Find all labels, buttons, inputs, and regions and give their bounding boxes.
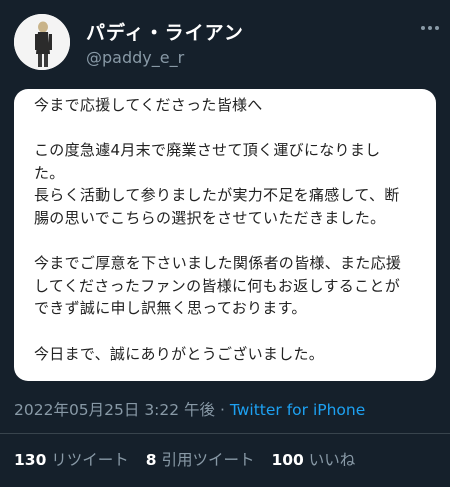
retweets-count: 130 (14, 451, 47, 469)
tweet-line: 腸の思いでこちらの選択をさせていただきました。 (34, 208, 386, 227)
quotes-label: 引用ツイート (161, 451, 255, 469)
source-link[interactable]: Twitter for iPhone (230, 401, 365, 419)
tweet-line: 今日まで、誠にありがとうございました。 (34, 344, 325, 363)
quotes-stat[interactable]: 8 引用ツイート (146, 451, 267, 469)
avatar[interactable] (14, 14, 70, 70)
tweet-line: してくださったファンの皆様に何もお返しすることが (34, 276, 401, 295)
likes-label: いいね (308, 451, 356, 469)
tweet-line: 長らく活動して参りましたが実力不足を痛感して、断 (34, 186, 400, 205)
tweet-line: た。 (34, 163, 65, 182)
quotes-count: 8 (145, 451, 157, 469)
user-handle[interactable]: @paddy_e_r (86, 48, 184, 67)
tweet-meta: 2022年05月25日 3:22 午後 · Twitter for iPhone (14, 398, 365, 420)
more-dots-icon[interactable] (418, 16, 442, 40)
tweet-image-text: 今まで応援してくださった皆様へ この度急遽4月末で廃業させて頂く運びになりまし … (14, 89, 436, 381)
engagement-stats: 130 リツイート 8 引用ツイート 100 いいね (14, 448, 367, 470)
likes-count: 100 (271, 451, 304, 469)
display-name[interactable]: パディ・ライアン (86, 18, 244, 45)
retweets-stat[interactable]: 130 リツイート (14, 451, 141, 469)
meta-separator: · (215, 401, 230, 419)
divider (0, 433, 450, 434)
likes-stat[interactable]: 100 いいね (271, 451, 367, 469)
tweet-line: この度急遽4月末で廃業させて頂く運びになりまし (34, 141, 381, 160)
tweet-line: 今までご厚意を下さいました関係者の皆様、また応援 (34, 254, 402, 273)
timestamp[interactable]: 2022年05月25日 3:22 午後 (14, 401, 215, 419)
tweet-line: できず誠に申し訳無く思っております。 (34, 299, 307, 318)
tweet-line: 今まで応援してくださった皆様へ (34, 96, 263, 114)
retweets-label: リツイート (51, 451, 129, 469)
